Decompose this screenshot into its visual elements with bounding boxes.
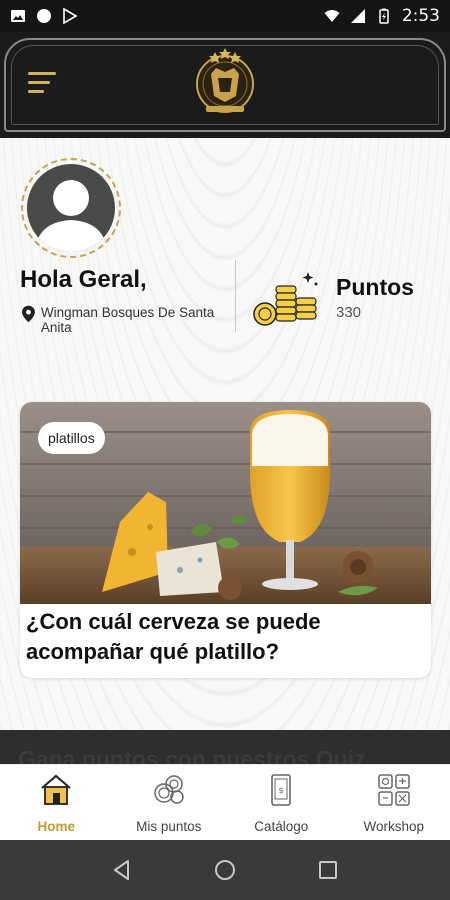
nav-workshop[interactable]: Workshop [338, 765, 450, 840]
points-value: 330 [336, 304, 362, 321]
article-card[interactable]: platillos ¿Con cuál cerveza se puede aco… [20, 402, 431, 678]
user-silhouette-icon [27, 164, 115, 252]
app-header [0, 32, 450, 138]
home-content[interactable]: Hola Geral, Wingman Bosques De Santa Ani… [0, 138, 450, 764]
location-pin-icon [22, 305, 35, 323]
category-tag[interactable]: platillos [38, 422, 105, 454]
image-notification-icon [11, 10, 25, 22]
location-row: Wingman Bosques De Santa Anita [22, 305, 232, 335]
coins-icon [154, 775, 184, 804]
catalog-phone-icon: $ [271, 774, 292, 806]
signal-icon [350, 9, 365, 23]
wifi-icon [324, 10, 340, 22]
coins-stack-icon [253, 272, 318, 326]
bottom-nav: Home Mis puntos $ Catálogo Workshop [0, 764, 450, 840]
home-circle-icon[interactable] [213, 858, 237, 882]
location-text: Wingman Bosques De Santa Anita [40, 305, 215, 335]
nav-home-label: Home [37, 819, 75, 834]
nav-mis-puntos[interactable]: Mis puntos [113, 765, 226, 840]
recents-icon[interactable] [316, 858, 340, 882]
circle-notification-icon [37, 9, 51, 23]
home-icon [41, 774, 71, 805]
nav-mis-puntos-label: Mis puntos [136, 819, 202, 834]
play-store-icon [63, 8, 78, 24]
nav-workshop-label: Workshop [363, 819, 425, 834]
svg-text:$: $ [279, 786, 284, 795]
crest-logo-icon [196, 48, 254, 113]
nav-home[interactable]: Home [0, 765, 113, 840]
back-icon[interactable] [110, 858, 134, 882]
nav-catalogo-label: Catálogo [254, 819, 309, 834]
battery-icon [379, 8, 389, 24]
quiz-title: Gana puntos con nuestros Quiz [18, 746, 366, 764]
status-time: 2:53 [401, 6, 440, 26]
avatar[interactable] [21, 158, 121, 258]
quiz-banner[interactable]: Gana puntos con nuestros Quiz [0, 730, 450, 764]
points-label: Puntos [336, 274, 414, 300]
workshop-icon [378, 774, 410, 806]
card-title: ¿Con cuál cerveza se puede acompañar qué… [26, 609, 321, 664]
hamburger-menu-icon[interactable] [28, 72, 60, 96]
nav-catalogo[interactable]: $ Catálogo [225, 765, 338, 840]
profile-divider [235, 260, 236, 332]
status-bar: 2:53 [0, 0, 450, 32]
system-nav-bar [0, 840, 450, 900]
greeting-text: Hola Geral, [20, 266, 147, 293]
